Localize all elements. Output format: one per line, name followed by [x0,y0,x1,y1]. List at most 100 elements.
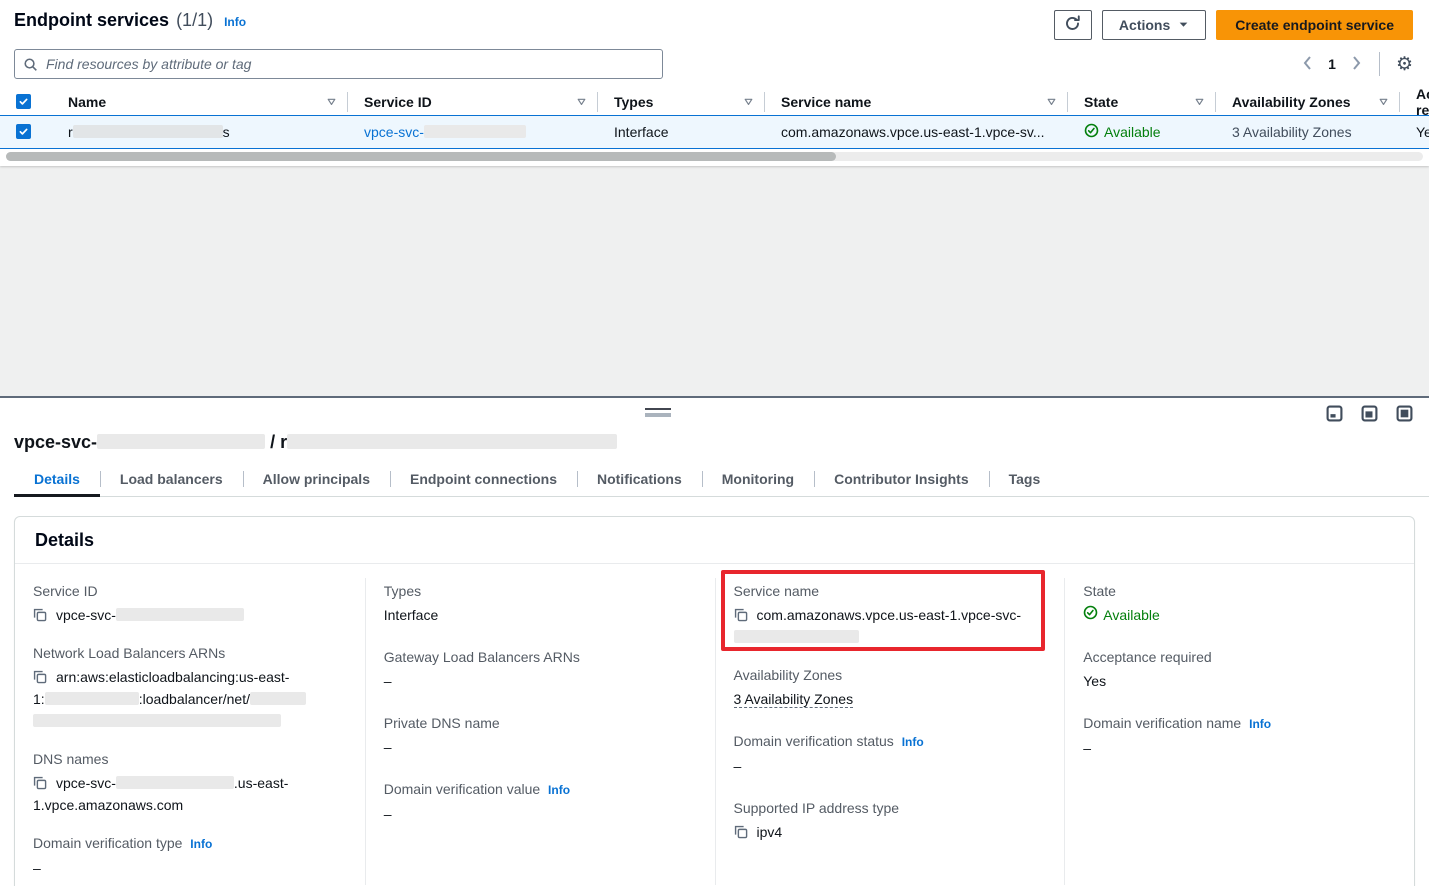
redacted-text [33,714,281,727]
tab-details[interactable]: Details [14,466,100,496]
create-endpoint-service-button[interactable]: Create endpoint service [1216,10,1413,40]
next-page-button[interactable] [1350,54,1363,75]
details-heading: Details [35,530,1394,551]
redacted-text [250,692,306,705]
horizontal-scrollbar [6,152,1423,161]
copy-icon[interactable] [734,825,748,839]
cell-state: Available [1068,123,1216,141]
split-panel: vpce-svc- / r Details Load balancers All… [0,396,1429,886]
field-acceptance-required: Acceptance required Yes [1083,647,1396,692]
page-background [0,166,1429,396]
panel-size-medium-button[interactable] [1361,405,1378,422]
info-link[interactable]: Info [548,783,570,797]
tab-endpoint-connections[interactable]: Endpoint connections [390,466,577,496]
field-service-id: Service ID vpce-svc- [33,581,347,626]
sort-icon[interactable] [326,94,337,110]
tab-tags[interactable]: Tags [989,466,1061,496]
column-header-availability-zones[interactable]: Availability Zones [1216,92,1400,112]
table-header-row: Name Service ID Types Service name State… [0,88,1429,115]
field-availability-zones: Availability Zones 3 Availability Zones [734,665,1047,710]
resource-count: (1/1) [176,10,213,31]
details-column-2: Types Interface Gateway Load Balancers A… [365,578,715,885]
select-all-checkbox[interactable] [16,94,31,109]
field-domain-verification-status: Domain verification status Info – [734,731,1047,777]
redacted-text [287,434,617,449]
column-header-acceptance-required[interactable]: Acceptance required [1400,92,1429,112]
availability-zones-popover-link[interactable]: 3 Availability Zones [734,691,854,708]
details-column-3: Service name com.amazonaws.vpce.us-east-… [715,578,1065,885]
cell-service-id: vpce-svc- [348,124,598,140]
info-link[interactable]: Info [902,735,924,749]
field-types: Types Interface [384,581,697,626]
endpoint-services-table: Name Service ID Types Service name State… [0,88,1429,149]
service-id-link[interactable]: vpce-svc- [364,124,526,140]
redacted-text [97,434,265,449]
search-input[interactable] [14,49,663,79]
chevron-right-icon [1352,56,1361,73]
field-state: State Available [1083,581,1396,626]
details-column-4: State Available Acceptance required Yes … [1064,578,1414,885]
cell-types: Interface [598,124,765,140]
column-header-service-name[interactable]: Service name [765,92,1068,112]
table-preferences-gear-icon[interactable]: ⚙ [1396,55,1413,74]
copy-icon[interactable] [33,608,47,622]
actions-button[interactable]: Actions [1102,10,1206,40]
info-link[interactable]: Info [1249,717,1271,731]
pagination: 1 ⚙ [1301,52,1413,76]
copy-icon[interactable] [734,608,748,622]
table-row[interactable]: rs vpce-svc- Interface com.amazonaws.vpc… [0,115,1429,149]
panel-size-small-button[interactable] [1326,405,1343,422]
redacted-text [116,608,244,621]
cell-name: rs [52,124,348,140]
field-domain-verification-value: Domain verification value Info – [384,779,697,825]
sort-icon[interactable] [743,94,754,110]
sort-icon[interactable] [576,94,587,110]
field-service-name: Service name com.amazonaws.vpce.us-east-… [734,581,1047,648]
split-panel-controls [1326,405,1413,422]
tab-allow-principals[interactable]: Allow principals [243,466,390,496]
column-header-state[interactable]: State [1068,92,1216,112]
column-header-service-id[interactable]: Service ID [348,92,598,112]
sort-icon[interactable] [1378,94,1389,110]
check-circle-icon [1083,604,1098,626]
cell-availability-zones: 3 Availability Zones [1216,124,1400,140]
copy-icon[interactable] [33,776,47,790]
current-page: 1 [1328,56,1336,72]
page-title: Endpoint services [14,10,169,31]
copy-icon[interactable] [33,670,47,684]
field-domain-verification-type: Domain verification type Info – [33,833,347,879]
page-header: Endpoint services (1/1) Info Actions Cre… [0,0,1429,42]
redacted-text [116,776,234,789]
table-tools: 1 ⚙ [0,42,1429,80]
chevron-left-icon [1303,56,1312,73]
panel-size-large-button[interactable] [1396,405,1413,422]
redacted-text [45,692,139,705]
divider [1379,52,1380,76]
endpoint-services-card: Endpoint services (1/1) Info Actions Cre… [0,0,1429,166]
caret-down-icon [1178,17,1189,33]
cell-acceptance-required: Yes [1400,124,1429,140]
sort-icon[interactable] [1046,94,1057,110]
redacted-text [734,630,859,643]
tab-monitoring[interactable]: Monitoring [702,466,814,496]
tab-contributor-insights[interactable]: Contributor Insights [814,466,989,496]
split-panel-drag-handle[interactable] [645,408,671,417]
horizontal-scrollbar-thumb[interactable] [6,152,836,161]
column-header-name[interactable]: Name [52,92,348,112]
sort-icon[interactable] [1194,94,1205,110]
details-column-1: Service ID vpce-svc- Network Load Balanc… [15,578,365,885]
row-checkbox[interactable] [16,124,31,139]
title-info-link[interactable]: Info [224,15,246,29]
column-header-types[interactable]: Types [598,92,765,112]
field-dns-names: DNS names vpce-svc-.us-east- 1.vpce.amaz… [33,749,347,816]
field-private-dns-name: Private DNS name – [384,713,697,758]
cell-service-name: com.amazonaws.vpce.us-east-1.vpce-sv... [765,124,1068,140]
refresh-button[interactable] [1054,10,1092,40]
tab-load-balancers[interactable]: Load balancers [100,466,243,496]
tab-notifications[interactable]: Notifications [577,466,702,496]
check-circle-icon [1084,123,1099,141]
info-link[interactable]: Info [190,837,212,851]
redacted-text [424,125,526,138]
previous-page-button[interactable] [1301,54,1314,75]
availability-zones-popover-link[interactable]: 3 Availability Zones [1232,124,1352,140]
